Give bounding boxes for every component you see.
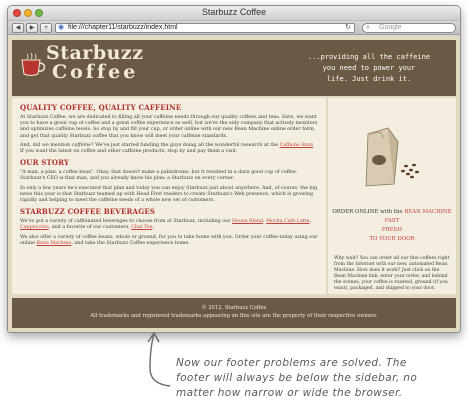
annotation-arrow-icon xyxy=(147,331,171,387)
address-bar[interactable]: ◉ file:///chapter11/starbuzz/index.html … xyxy=(55,23,355,33)
caffeine-buzz-link[interactable]: Caffeine Buzz xyxy=(280,143,313,148)
search-icon: ⌕ xyxy=(366,24,370,31)
search-field[interactable]: ⌕ Google xyxy=(362,23,456,33)
main-content: QUALITY COFFEE, QUALITY CAFFEINE At Star… xyxy=(12,98,326,294)
paragraph-caffeine: And, did we mention caffeine? We've just… xyxy=(20,142,315,155)
promo-fresh: FRESH xyxy=(381,227,403,233)
footer-trademarks: All trademarks and registered trademarks… xyxy=(90,313,378,319)
paragraph-beans: We also offer a variety of coffee beans,… xyxy=(20,234,318,246)
coffee-cup-logo-icon xyxy=(21,52,46,76)
house-blend-link[interactable]: House Blend xyxy=(232,219,263,224)
site-logo[interactable]: Starbuzz Coffee xyxy=(46,44,144,82)
sidebar: ORDER ONLINE with the BEAN MACHINE FAST … xyxy=(328,98,456,294)
globe-icon: ◉ xyxy=(58,24,65,31)
heading-quality: QUALITY COFFEE, QUALITY CAFFEINE xyxy=(20,103,182,112)
paragraph-beverages: We've got a variety of caffeinated bever… xyxy=(20,219,312,231)
order-online-promo: ORDER ONLINE with the BEAN MACHINE FAST … xyxy=(332,209,452,242)
browser-toolbar: ◀ ▶ + ◉ file:///chapter11/starbuzz/index… xyxy=(8,21,460,35)
coffee-bag-image xyxy=(365,127,419,187)
site-header: Starbuzz Coffee ...providing all the caf… xyxy=(12,40,456,96)
annotation-note: Now our footer problems are solved. The … xyxy=(176,356,462,401)
tagline-line: life. Just drink it. xyxy=(326,75,412,83)
tagline-line: ...providing all the caffeine xyxy=(307,53,431,61)
chai-tea-link[interactable]: Chai Tea xyxy=(131,225,152,230)
note-line: matter how narrow or wide the browser. xyxy=(176,387,403,399)
logo-line-2: Coffee xyxy=(52,61,139,83)
promo-fast: FAST xyxy=(384,218,400,224)
paragraph-story-2: In only a few years he's executed that p… xyxy=(20,185,318,204)
url-text: file:///chapter11/starbuzz/index.html xyxy=(68,24,178,31)
back-button[interactable]: ◀ xyxy=(12,22,24,33)
site-tagline: ...providing all the caffeine you need t… xyxy=(294,52,444,85)
window-title: Starbuzz Coffee xyxy=(201,7,267,17)
footer-copyright: © 2012, Starbuzz Coffee xyxy=(201,305,267,311)
mocha-cafe-latte-link[interactable]: Mocha Cafe Latte xyxy=(266,219,309,224)
cappuccino-link[interactable]: Cappuccino xyxy=(20,225,49,230)
page-viewport: Starbuzz Coffee ...providing all the caf… xyxy=(8,36,460,332)
heading-our-story: OUR STORY xyxy=(20,158,70,168)
note-line: Now our footer problems are solved. The xyxy=(176,357,407,369)
paragraph-story-1: "A man, a plan, a coffee bean". Okay, th… xyxy=(20,170,298,182)
forward-button[interactable]: ▶ xyxy=(26,22,38,33)
browser-window: Starbuzz Coffee ◀ ▶ + ◉ file:///chapter1… xyxy=(7,5,461,333)
bean-machine-link[interactable]: Bean Machine xyxy=(37,241,72,246)
heading-beverages: STARBUZZ COFFEE BEVERAGES xyxy=(20,207,156,217)
search-placeholder: Google xyxy=(379,24,402,31)
promo-door: TO YOUR DOOR xyxy=(369,236,415,242)
note-line: footer will always be below the sidebar,… xyxy=(176,372,418,384)
paragraph-intro: At Starbuzz Coffee, we are dedicated to … xyxy=(20,115,318,139)
title-bar: Starbuzz Coffee xyxy=(8,6,460,21)
add-bookmark-button[interactable]: + xyxy=(40,22,52,33)
reload-icon[interactable]: ↻ xyxy=(345,24,351,32)
tagline-line: you need to power your xyxy=(322,64,416,72)
site-footer: © 2012, Starbuzz Coffee All trademarks a… xyxy=(12,298,456,328)
bean-machine-promo-link[interactable]: BEAN MACHINE xyxy=(404,209,451,215)
sidebar-paragraph: Why wait? You can order all our fine cof… xyxy=(334,256,450,291)
